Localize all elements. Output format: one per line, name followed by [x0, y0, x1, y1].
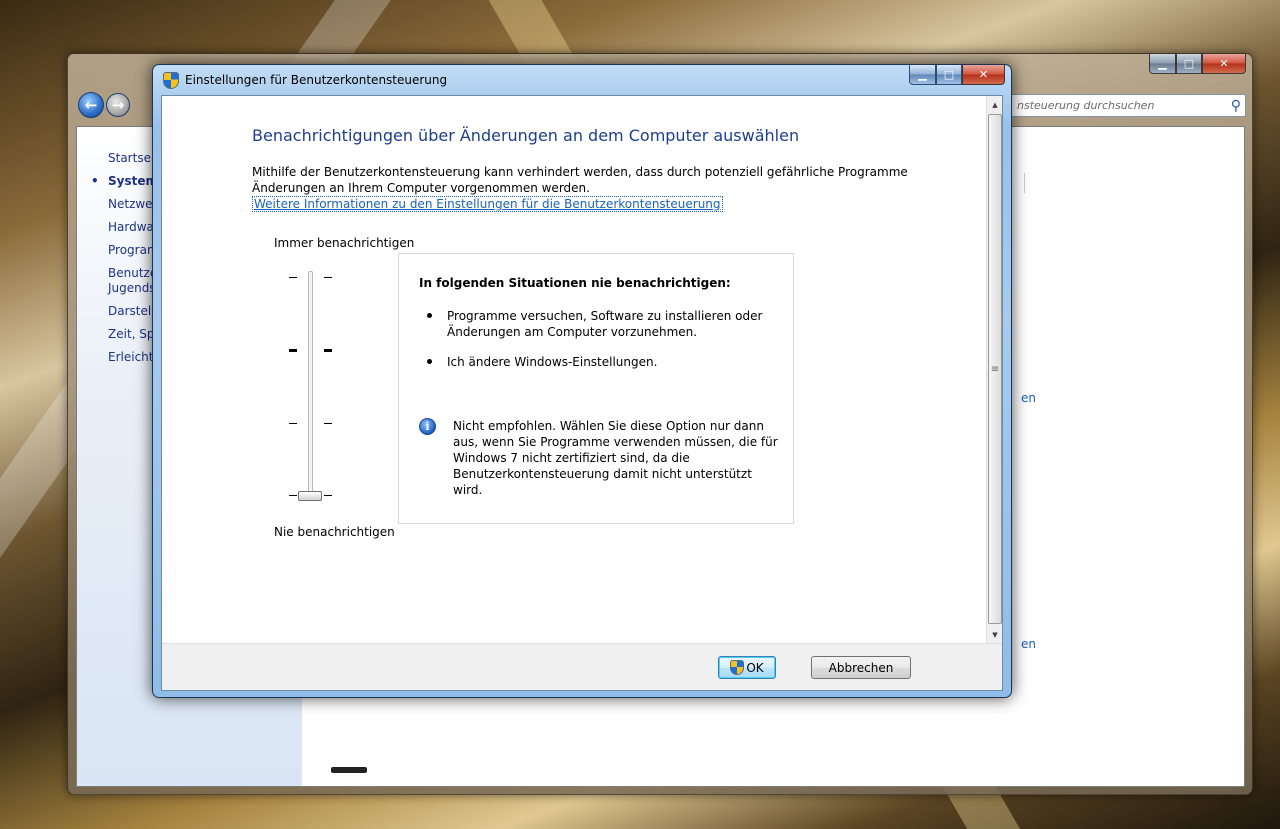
close-icon: ✕: [978, 68, 989, 81]
uac-settings-dialog: Einstellungen für Benutzerkontensteuerun…: [152, 64, 1012, 698]
close-icon: ✕: [1219, 57, 1229, 70]
ok-button[interactable]: OK: [718, 656, 776, 679]
slider-tick: [324, 349, 332, 352]
partial-link[interactable]: en: [1021, 391, 1036, 405]
dialog-client-area: Benachrichtigungen über Änderungen an de…: [161, 95, 1003, 691]
partial-object: [331, 767, 367, 773]
maximize-icon: □: [943, 68, 955, 81]
slider-tick: [324, 423, 332, 424]
dialog-content: Benachrichtigungen über Änderungen an de…: [162, 96, 988, 643]
uac-shield-icon: [730, 660, 745, 675]
slider-bottom-label: Nie benachrichtigen: [274, 525, 395, 539]
control-panel-caption-buttons: ▁ □ ✕: [1149, 54, 1246, 74]
vertical-scrollbar[interactable]: ▲ ≡ ▼: [986, 96, 1002, 643]
uac-shield-icon: [163, 71, 179, 89]
slider-tick: [289, 277, 297, 278]
dialog-title: Einstellungen für Benutzerkontensteuerun…: [185, 73, 448, 87]
search-input[interactable]: nsteuerung durchsuchen ⚲: [1010, 94, 1246, 117]
slider-tick: [324, 277, 332, 278]
forward-arrow-icon: →: [111, 96, 125, 114]
slider-tick: [289, 495, 297, 496]
scrollbar-thumb[interactable]: ≡: [988, 114, 1002, 624]
maximize-button[interactable]: □: [1176, 54, 1202, 74]
page-title: Benachrichtigungen über Änderungen an de…: [252, 126, 800, 145]
slider-tick: [289, 423, 297, 424]
description-text: Mithilfe der Benutzerkontensteuerung kan…: [252, 165, 908, 195]
notification-level-slider-track[interactable]: [308, 271, 313, 499]
level-description-list: Programme versuchen, Software zu install…: [427, 308, 777, 384]
dialog-caption-buttons: ▁ □ ✕: [909, 65, 1005, 85]
sidebar-item-users[interactable]: Benutze Jugends: [108, 262, 157, 300]
partial-link[interactable]: en: [1021, 637, 1036, 651]
slider-top-label: Immer benachrichtigen: [274, 236, 415, 250]
minimize-icon: ▁: [1158, 57, 1167, 70]
slider-tick: [289, 349, 297, 352]
dialog-title-bar[interactable]: Einstellungen für Benutzerkontensteuerun…: [153, 65, 1011, 95]
back-arrow-icon: ←: [84, 96, 98, 114]
navigation-buttons: ← →: [78, 92, 130, 118]
dialog-maximize-button[interactable]: □: [936, 65, 962, 85]
notification-level-slider-thumb[interactable]: [298, 491, 322, 501]
dialog-button-bar: OK Abbrechen: [162, 643, 1002, 690]
grip-icon: ≡: [990, 363, 1000, 375]
level-description-panel: In folgenden Situationen nie benachricht…: [398, 253, 794, 524]
warning-note: Nicht empfohlen. Wählen Sie diese Option…: [453, 419, 778, 497]
more-info-link[interactable]: Weitere Informationen zu den Einstellung…: [252, 196, 723, 212]
maximize-icon: □: [1183, 57, 1195, 70]
dialog-minimize-button[interactable]: ▁: [909, 65, 936, 85]
minimize-button[interactable]: ▁: [1149, 54, 1176, 74]
back-button[interactable]: ←: [78, 92, 104, 118]
forward-button[interactable]: →: [106, 93, 130, 117]
scroll-down-arrow-icon[interactable]: ▼: [987, 626, 1003, 643]
cancel-button[interactable]: Abbrechen: [811, 656, 911, 679]
slider-tick: [324, 495, 332, 496]
info-icon: i: [419, 418, 436, 435]
close-button[interactable]: ✕: [1202, 54, 1246, 74]
list-item: Ich ändere Windows-Einstellungen.: [427, 354, 777, 370]
level-description-title: In folgenden Situationen nie benachricht…: [419, 276, 731, 290]
list-item: Programme versuchen, Software zu install…: [427, 308, 777, 340]
search-icon[interactable]: ⚲: [1231, 98, 1241, 114]
dialog-close-button[interactable]: ✕: [962, 65, 1005, 85]
scroll-up-arrow-icon[interactable]: ▲: [987, 96, 1003, 113]
ok-button-label: OK: [746, 660, 764, 675]
minimize-icon: ▁: [918, 68, 927, 81]
separator: [1024, 173, 1025, 193]
search-placeholder: nsteuerung durchsuchen: [1017, 99, 1155, 112]
